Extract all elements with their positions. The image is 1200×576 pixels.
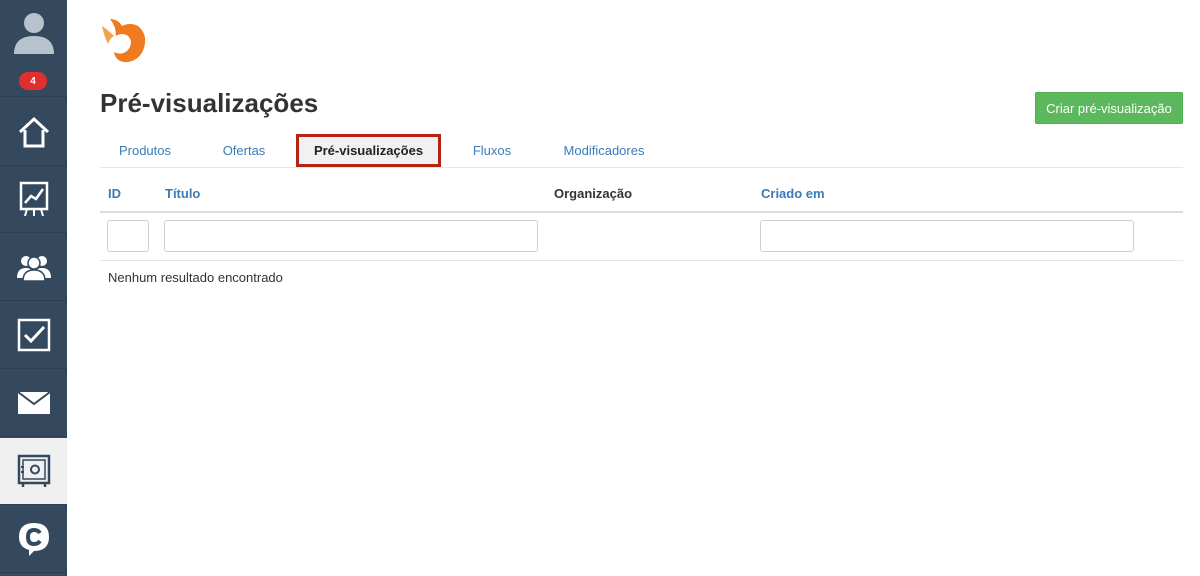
tab-bar: Produtos Ofertas Pré-visualizações Fluxo… bbox=[100, 134, 1183, 168]
column-header-criado-em[interactable]: Criado em bbox=[761, 186, 825, 201]
sidebar: 4 bbox=[0, 0, 67, 576]
column-header-id[interactable]: ID bbox=[108, 186, 121, 201]
column-header-organizacao: Organização bbox=[554, 186, 633, 201]
users-icon bbox=[16, 256, 51, 282]
user-icon bbox=[13, 13, 54, 54]
create-preview-button[interactable]: Criar pré-visualização bbox=[1035, 92, 1183, 124]
tab-previsualizacoes[interactable]: Pré-visualizações bbox=[296, 134, 441, 167]
chart-icon bbox=[19, 181, 48, 217]
safe-icon bbox=[17, 454, 50, 487]
mail-icon bbox=[16, 391, 51, 414]
header-divider bbox=[100, 211, 1183, 213]
sidebar-item-mail[interactable] bbox=[0, 370, 67, 437]
title-filter-input[interactable] bbox=[164, 220, 538, 252]
page-title: Pré-visualizações bbox=[100, 88, 319, 118]
empty-results-message: Nenhum resultado encontrado bbox=[108, 270, 283, 285]
brand-logo bbox=[102, 19, 146, 63]
sidebar-item-tasks[interactable] bbox=[0, 302, 67, 369]
sidebar-item-chat[interactable] bbox=[0, 506, 67, 573]
user-avatar[interactable] bbox=[0, 0, 67, 62]
tab-produtos[interactable]: Produtos bbox=[100, 134, 190, 167]
filter-divider bbox=[100, 260, 1183, 261]
home-icon bbox=[18, 116, 49, 148]
tab-fluxos[interactable]: Fluxos bbox=[452, 134, 532, 167]
id-filter-input[interactable] bbox=[107, 220, 149, 252]
sidebar-item-people[interactable] bbox=[0, 234, 67, 301]
checkbox-icon bbox=[17, 318, 50, 352]
notification-badge[interactable]: 4 bbox=[19, 72, 47, 90]
created-filter-input[interactable] bbox=[760, 220, 1134, 252]
chat-icon bbox=[18, 523, 49, 556]
sidebar-item-vault[interactable] bbox=[0, 438, 67, 505]
column-header-titulo[interactable]: Título bbox=[165, 186, 200, 201]
sidebar-item-reports[interactable] bbox=[0, 166, 67, 233]
tab-ofertas[interactable]: Ofertas bbox=[200, 134, 288, 167]
notification-area[interactable]: 4 bbox=[0, 66, 67, 97]
tab-modificadores[interactable]: Modificadores bbox=[546, 134, 662, 167]
sidebar-item-home[interactable] bbox=[0, 99, 67, 166]
